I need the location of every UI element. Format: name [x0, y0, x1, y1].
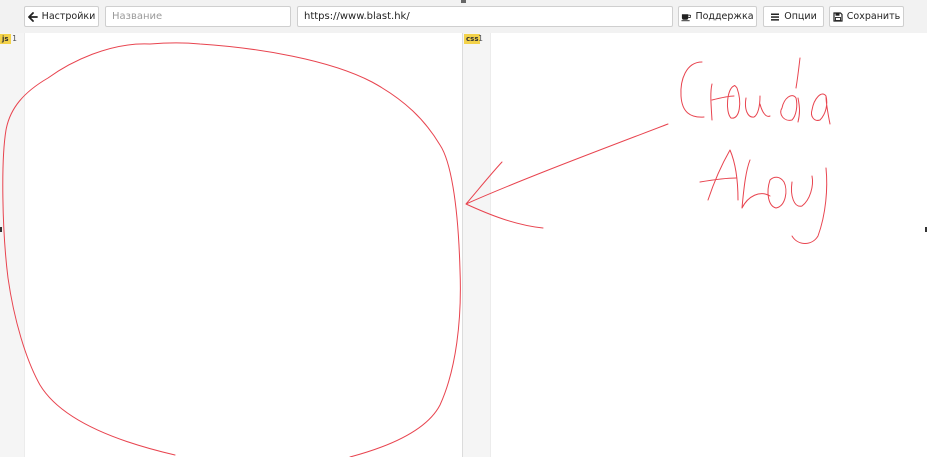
- menu-icon: [770, 12, 780, 22]
- toolbar: Настройки Поддержка Опции Сохранить: [0, 0, 927, 34]
- settings-button-label: Настройки: [41, 11, 96, 22]
- save-button[interactable]: Сохранить: [829, 6, 904, 27]
- floppy-disk-icon: [833, 11, 843, 22]
- js-editor-gutter: js 1: [0, 33, 25, 457]
- css-editor-gutter: css 1: [463, 33, 491, 457]
- js-line-number: 1: [12, 34, 17, 43]
- js-mode-badge: js: [0, 34, 11, 44]
- settings-button[interactable]: Настройки: [24, 6, 99, 27]
- arrow-left-icon: [27, 11, 38, 22]
- css-editor[interactable]: css 1: [463, 33, 927, 457]
- support-button-label: Поддержка: [695, 11, 754, 22]
- code-editor-app: Настройки Поддержка Опции Сохранить js: [0, 0, 927, 457]
- save-button-label: Сохранить: [846, 11, 901, 22]
- resize-handle-top[interactable]: [461, 0, 466, 3]
- css-line-number: 1: [478, 34, 483, 43]
- options-button-label: Опции: [784, 11, 817, 22]
- left-edge-marker: [0, 227, 2, 232]
- url-input[interactable]: [297, 6, 673, 27]
- name-input[interactable]: [105, 6, 291, 27]
- js-editor[interactable]: js 1: [0, 33, 462, 457]
- support-button[interactable]: Поддержка: [678, 6, 757, 27]
- coffee-cup-icon: [681, 12, 692, 22]
- options-button[interactable]: Опции: [763, 6, 824, 27]
